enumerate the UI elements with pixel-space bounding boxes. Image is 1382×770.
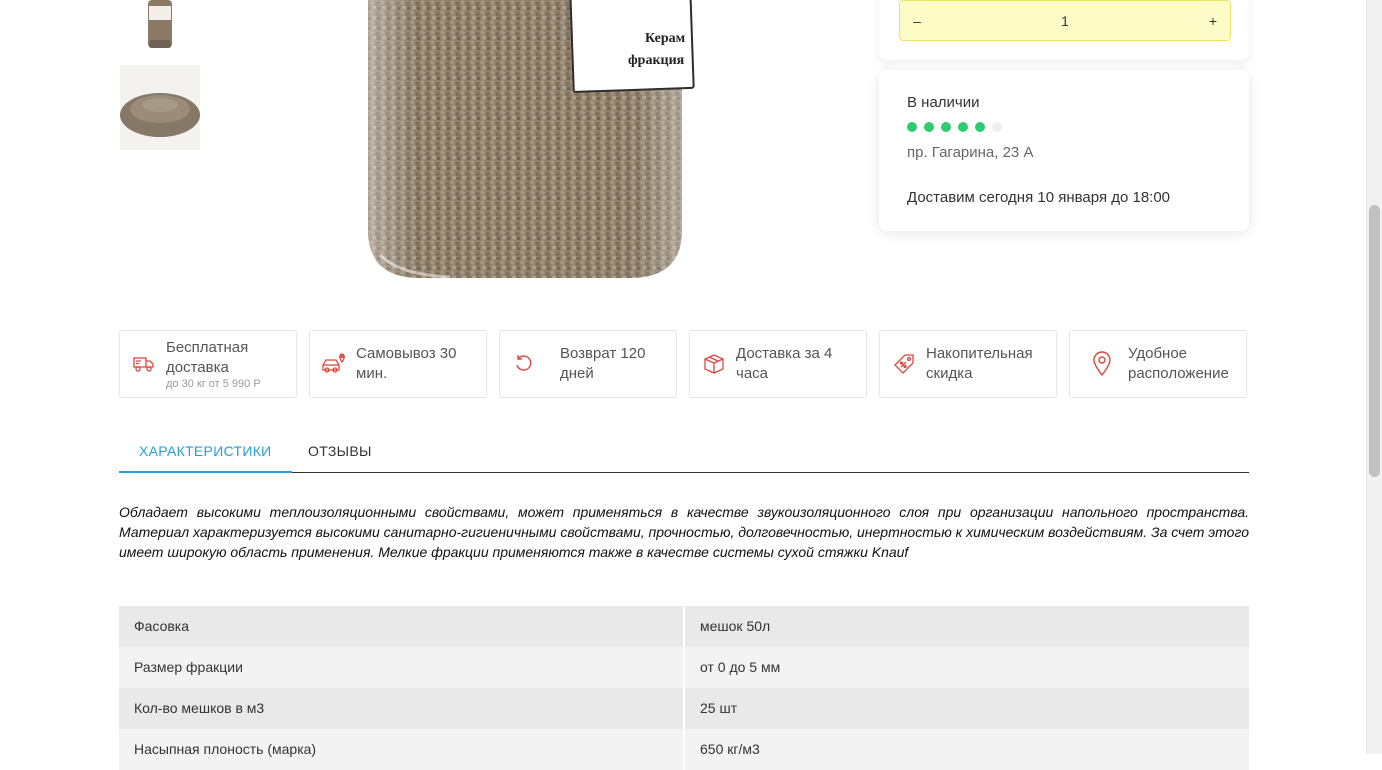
availability-card: В наличии пр. Гагарина, 23 А Доставим се… xyxy=(879,70,1249,231)
jar-label-line1: Керам xyxy=(645,31,686,46)
feature-title: Возврат 120 дней xyxy=(560,345,646,382)
spec-value: 650 кг/м3 xyxy=(683,729,1249,770)
stock-status: В наличии xyxy=(907,94,980,111)
feature-discount[interactable]: Накопительная скидка xyxy=(879,330,1057,398)
spec-name: Размер фракции xyxy=(134,659,243,675)
feature-fast-delivery[interactable]: Доставка за 4 часа xyxy=(689,330,867,398)
box-icon xyxy=(700,350,728,378)
product-main-image[interactable]: Керам фракция xyxy=(300,0,780,300)
table-row: Насыпная плоность (марка) 650 кг/м3 xyxy=(119,729,1249,770)
feature-return[interactable]: Возврат 120 дней xyxy=(499,330,677,398)
product-tabs: ХАРАКТЕРИСТИКИ ОТЗЫВЫ xyxy=(119,430,1249,473)
product-description: Обладает высокими теплоизоляционными сво… xyxy=(119,504,1249,560)
feature-title: Доставка за 4 часа xyxy=(736,345,833,382)
car-location-icon xyxy=(320,350,348,378)
spec-value: 25 шт xyxy=(683,688,1249,729)
table-row: Фасовка мешок 50л xyxy=(119,606,1249,647)
tab-characteristics[interactable]: ХАРАКТЕРИСТИКИ xyxy=(119,430,292,473)
stock-dot xyxy=(958,122,968,132)
store-address[interactable]: пр. Гагарина, 23 А xyxy=(907,144,1033,161)
spec-name: Фасовка xyxy=(134,618,190,634)
feature-title: Бесплатная доставка xyxy=(166,338,249,376)
jar-label-line2: фракция xyxy=(628,53,685,68)
tab-reviews[interactable]: ОТЗЫВЫ xyxy=(288,430,392,472)
stock-dot xyxy=(941,122,951,132)
stock-dot xyxy=(975,122,985,132)
feature-title: Самовывоз 30 мин. xyxy=(356,345,457,382)
location-pin-icon xyxy=(1088,350,1116,378)
discount-tag-icon xyxy=(890,350,918,378)
quantity-stepper: – 1 + xyxy=(899,0,1231,41)
thumbnail-jar[interactable] xyxy=(120,0,200,50)
stock-dot xyxy=(907,122,917,132)
delivery-estimate: Доставим сегодня 10 января до 18:00 xyxy=(907,189,1171,206)
table-row: Размер фракции от 0 до 5 мм xyxy=(119,647,1249,688)
stock-dot xyxy=(924,122,934,132)
specs-table: Фасовка мешок 50л Размер фракции от 0 до… xyxy=(119,606,1249,770)
truck-icon xyxy=(130,350,158,378)
feature-title: Накопительная скидка xyxy=(926,345,1033,382)
table-row: Кол-во мешков в м3 25 шт xyxy=(119,688,1249,729)
quantity-value[interactable]: 1 xyxy=(934,13,1196,29)
spec-name: Кол-во мешков в м3 xyxy=(134,700,265,716)
spec-name: Насыпная плоность (марка) xyxy=(134,741,317,757)
stock-level-indicator xyxy=(907,122,1002,132)
feature-location[interactable]: Удобное расположение xyxy=(1069,330,1247,398)
feature-free-delivery[interactable]: Бесплатная доставка до 30 кг от 5 990 Р xyxy=(119,330,297,398)
scrollbar-thumb[interactable] xyxy=(1369,205,1380,477)
return-icon xyxy=(510,350,538,378)
spec-value: от 0 до 5 мм xyxy=(683,647,1249,688)
feature-title: Удобное расположение xyxy=(1128,345,1229,382)
feature-pickup[interactable]: Самовывоз 30 мин. xyxy=(309,330,487,398)
decrement-button[interactable]: – xyxy=(900,13,934,29)
increment-button[interactable]: + xyxy=(1196,13,1230,29)
stock-dot xyxy=(992,122,1002,132)
thumbnail-pile[interactable] xyxy=(120,65,200,150)
feature-note: до 30 кг от 5 990 Р xyxy=(166,377,261,390)
spec-value: мешок 50л xyxy=(683,606,1249,647)
